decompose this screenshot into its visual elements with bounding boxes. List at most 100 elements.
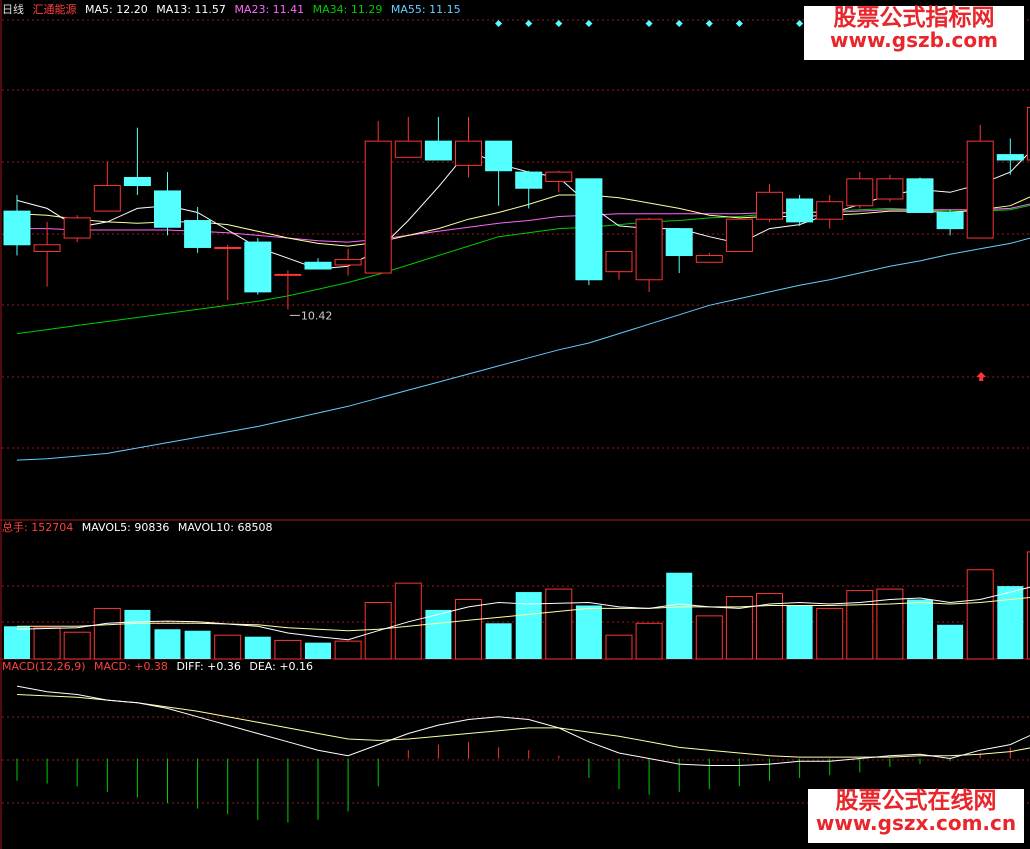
volume-bar-up [33,627,61,660]
candle-body-down [485,140,513,172]
candle-body-up [455,140,482,166]
ma55-value: MA55: 11.15 [390,3,461,16]
volume-bar-down [575,605,602,659]
signal-marker [525,19,533,28]
ma13-value: MA13: 11.57 [156,3,226,16]
volume-bar-down [244,636,271,659]
candle-body-down [936,211,964,230]
candle-body-up [33,244,61,253]
volume-bar-down [666,572,693,659]
dea-value: DEA: +0.16 [249,660,314,673]
macd-header: MACD(12,26,9) MACD: +0.38 DIFF: +0.36 DE… [2,660,318,674]
watermark-bottom: 股票公式在线网 www.gszx.com.cn [808,789,1024,843]
signal-marker [705,19,713,28]
volume-bar-up [635,622,663,660]
watermark-top: 股票公式指标网 www.gszb.com [804,6,1024,60]
volume-bar-up [695,615,723,660]
chart-canvas[interactable]: 10.42 [0,0,1030,849]
volume-bar-down [425,609,452,659]
ma23-value: MA23: 11.41 [234,3,305,16]
signal-marker [645,19,653,28]
volume-bar-down [997,586,1024,659]
volume-bar-down [124,609,151,659]
stock-chart-window: 10.42 日线 汇通能源 MA5: 12.20 MA13: 11.57 MA2… [0,0,1030,849]
signal-marker [555,19,563,28]
buy-arrow-icon [976,372,987,381]
period-label: 日线 [2,3,24,16]
volume-bar-up [93,607,121,660]
candle-body-down [304,261,332,270]
candle-body-down [515,171,543,189]
watermark-top-url: www.gszb.com [830,28,998,53]
candle-body-up [394,140,422,158]
candle-body-down [996,154,1024,161]
candle-body-up [605,251,633,273]
signal-marker [585,19,593,28]
volume-bar-up [214,634,242,660]
volume-bar-up [63,631,91,660]
volume-bar-up [455,599,482,660]
candle-body-up [214,246,242,249]
candle-body-down [154,190,181,228]
watermark-top-title: 股票公式指标网 [833,5,995,31]
candle-body-up [274,273,302,276]
candle-body-up [93,185,121,212]
candle-body-down [575,178,603,281]
volume-bar-down [907,599,933,659]
volume-bar-up [274,639,302,660]
volume-bar-up [394,582,422,660]
stock-name: 汇通能源 [32,3,77,16]
signal-marker [796,19,804,28]
diff-line [16,685,1030,766]
ma34-value: MA34: 11.29 [312,3,383,16]
volume-total: 总手: 152704 [2,521,74,534]
volume-bar-down [485,623,512,659]
volume-bar-up [966,569,994,660]
volume-bar-up [545,588,573,660]
volume-bar-up [605,634,633,660]
diff-value: DIFF: +0.36 [176,660,241,673]
signal-marker [735,19,743,28]
volume-bar-down [305,642,331,659]
candle-body-up [334,259,362,266]
macd-value: MACD: +0.38 [94,660,168,673]
candle-body-down [244,241,272,293]
watermark-bottom-title: 股票公式在线网 [835,788,997,814]
ma55-line [16,237,1030,461]
volume-bar-down [154,629,181,659]
volume-bar-down [515,592,542,659]
dea-line [16,694,1030,758]
candle-body-up [816,201,844,220]
volume-bar-up [725,596,753,660]
candle-body-up [63,217,91,239]
candle-body-up [876,178,904,200]
signal-marker [495,19,503,28]
candle-body-up [756,191,783,220]
macd-params: MACD(12,26,9) [2,660,86,673]
candle-body-down [906,178,934,213]
candle-body-up [364,140,392,274]
candle-body-up [635,218,663,281]
candle-body-down [786,198,814,223]
candle-body-up [695,255,723,263]
candle-body-up [846,178,874,207]
volume-header: 总手: 152704 MAVOL5: 90836 MAVOL10: 68508 [2,521,277,535]
candle-body-down [3,210,31,246]
candle-body-down [665,228,693,257]
low-price-label: 10.42 [301,309,333,322]
signal-marker [675,19,683,28]
candle-body-down [424,140,452,161]
volume-bar-up [846,590,874,660]
volume-bar-up [334,640,362,660]
volume-bar-up [816,607,844,660]
watermark-bottom-url: www.gszx.com.cn [815,811,1017,836]
candle-body-down [123,176,151,187]
volume-bar-down [4,626,30,659]
ma5-value: MA5: 12.20 [85,3,148,16]
candle-body-up [725,218,753,253]
candle-body-up [545,171,573,183]
mavol10-value: MAVOL10: 68508 [177,521,273,534]
candle-body-down [184,220,212,248]
candle-body-up [966,140,994,239]
volume-bar-down [937,624,964,659]
